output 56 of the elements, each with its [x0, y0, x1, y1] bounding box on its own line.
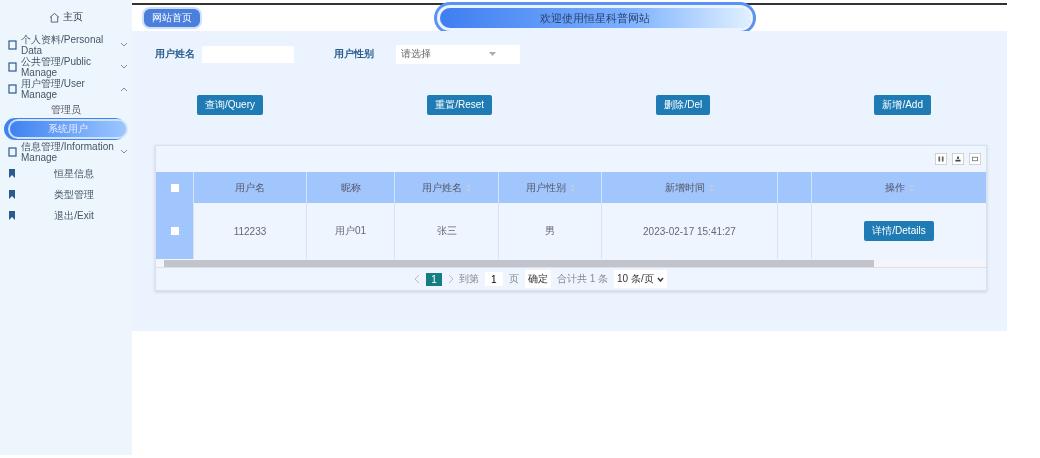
bookmark-icon — [8, 169, 16, 178]
gender-select[interactable]: 请选择 — [396, 44, 520, 64]
column-header[interactable]: 用户性别 — [525, 180, 566, 195]
bookmark-icon — [8, 190, 16, 199]
menu-item[interactable]: 信息管理/Information Manage — [0, 141, 132, 163]
table-cell: 男 — [545, 224, 555, 238]
dropdown-icon — [489, 52, 496, 56]
action-button[interactable]: 新增/Add — [874, 95, 931, 115]
chevron-icon — [656, 276, 664, 282]
chevron-icon — [120, 149, 128, 155]
breadcrumb-link[interactable]: 网站首页 — [142, 7, 202, 29]
column-header[interactable]: 操作 — [884, 180, 905, 195]
column-header[interactable]: 昵称 — [340, 180, 361, 195]
menu-item[interactable]: 类型管理 — [0, 184, 132, 205]
details-button[interactable]: 详情/Details — [864, 221, 934, 241]
menu-item[interactable]: 个人资料/Personal Data — [0, 34, 132, 56]
confirm-button[interactable]: 确定 — [524, 270, 551, 288]
export-icon[interactable] — [952, 153, 964, 165]
chevron-icon — [120, 42, 128, 48]
action-button[interactable]: 查询/Query — [197, 95, 263, 115]
sort-icon[interactable] — [709, 183, 714, 192]
action-button[interactable]: 删除/Del — [656, 95, 711, 115]
page-input[interactable]: 1 — [484, 272, 503, 286]
home-link[interactable]: 主页 — [0, 0, 132, 34]
checkbox[interactable] — [170, 183, 179, 192]
home-icon — [49, 11, 60, 23]
field-label: 用户姓名 — [155, 47, 196, 61]
page-size-select[interactable]: 10 条/页 — [614, 270, 667, 288]
column-header[interactable]: 新增时间 — [665, 180, 705, 195]
table-cell: 用户01 — [334, 224, 367, 238]
page-unit: 页 — [508, 272, 519, 286]
sort-icon[interactable] — [908, 183, 914, 192]
table-cell: 张三 — [436, 224, 457, 238]
horizontal-scrollbar[interactable] — [156, 260, 986, 267]
chevron-icon — [120, 86, 128, 92]
total-count: 合计共 1 条 — [556, 272, 608, 286]
field-label: 用户性别 — [334, 47, 375, 61]
table-cell: 2023-02-17 15:41:27 — [643, 225, 736, 237]
sort-icon[interactable] — [569, 183, 575, 192]
menu-item[interactable]: 用户管理/User Manage — [0, 78, 132, 100]
menu-item[interactable]: 恒星信息 — [0, 163, 132, 184]
goto-label: 到第 — [458, 272, 479, 286]
chevron-icon — [120, 64, 128, 70]
submenu-item[interactable]: 管理员 — [0, 100, 132, 119]
previous-icon[interactable] — [415, 275, 421, 283]
menu-item[interactable]: 退出/Exit — [0, 205, 132, 226]
column-header[interactable]: 用户名 — [235, 180, 265, 195]
table-cell: 112233 — [233, 225, 267, 237]
action-button[interactable]: 重置/Reset — [427, 95, 493, 115]
bookmark-icon — [8, 211, 16, 220]
menu-item[interactable]: 公共管理/Public Manage — [0, 56, 132, 78]
sort-icon[interactable] — [466, 183, 471, 192]
page-button[interactable]: 1 — [426, 272, 442, 286]
checkbox[interactable] — [170, 227, 179, 235]
next-icon[interactable] — [447, 275, 453, 283]
column-header[interactable]: 用户姓名 — [422, 180, 462, 195]
